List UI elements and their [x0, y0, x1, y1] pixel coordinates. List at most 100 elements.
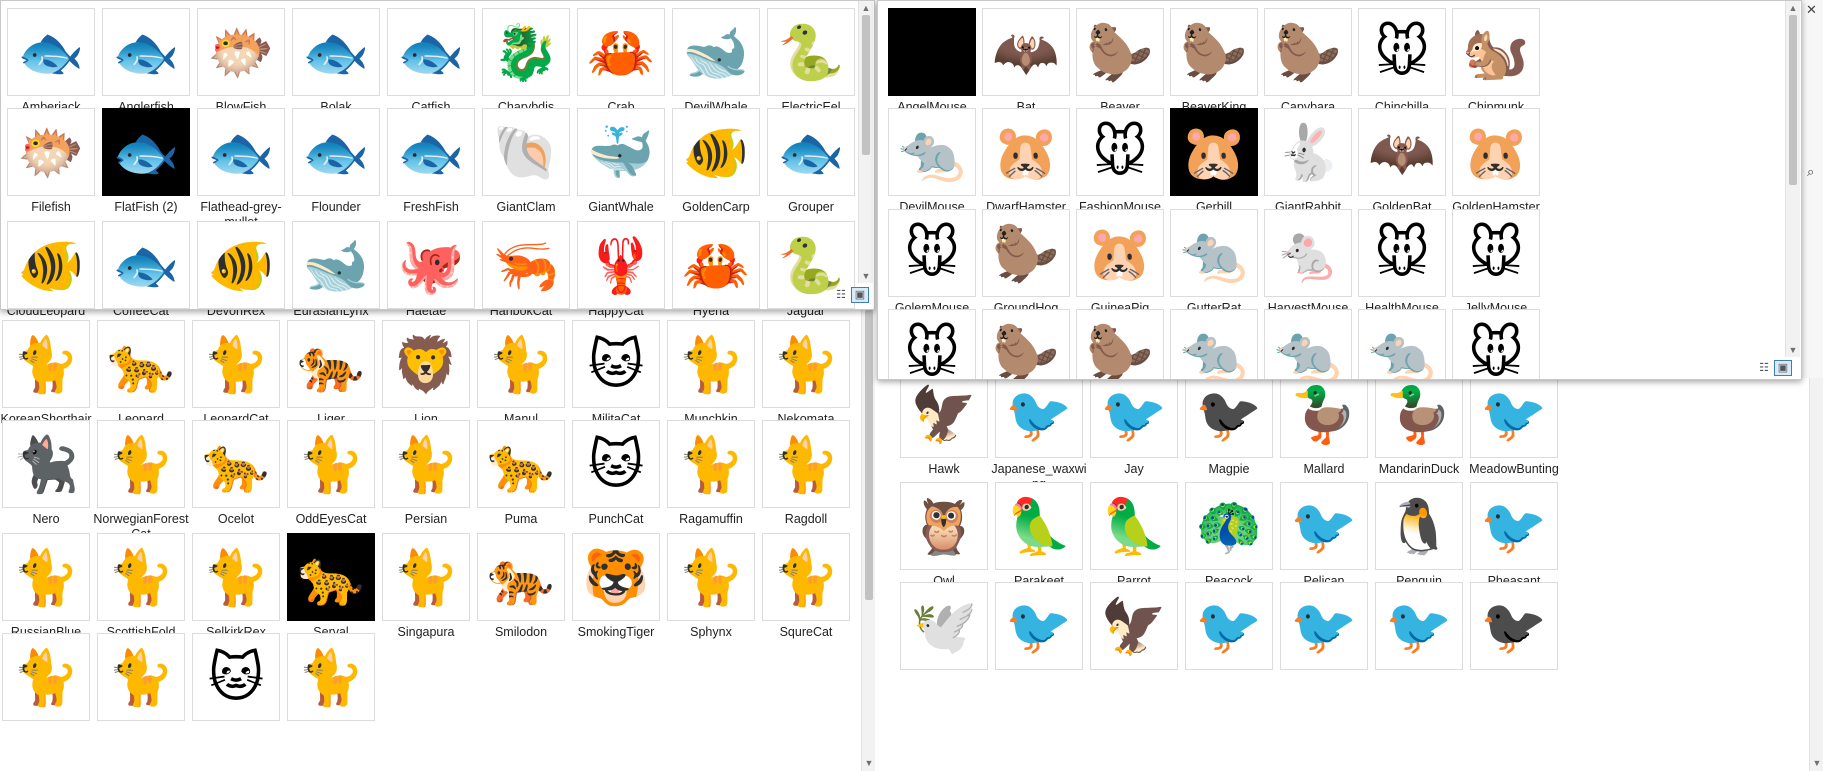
file-item-serval[interactable]: 🐆 Serval: [281, 533, 381, 640]
file-item[interactable]: 🐠: [191, 221, 291, 309]
file-item-magpie[interactable]: 🐦‍⬛ Magpie: [1179, 378, 1279, 477]
file-item[interactable]: 🦀: [666, 221, 766, 309]
file-item-munchkin[interactable]: 🐈 Munchkin: [661, 320, 761, 427]
file-item-freshfish[interactable]: 🐟 FreshFish: [381, 108, 481, 215]
rodents-scroll-down-arrow[interactable]: ▼: [1786, 344, 1800, 356]
fish-scroll-up-arrow[interactable]: ▲: [859, 2, 873, 14]
details-view-icon[interactable]: ☷: [833, 288, 849, 302]
file-item-devilmouse[interactable]: 🐀 DevilMouse: [882, 108, 982, 215]
large-icons-view-icon[interactable]: ▣: [1774, 360, 1792, 376]
file-item-grouper[interactable]: 🐟 Grouper: [761, 108, 861, 215]
file-item-leopard[interactable]: 🐆 Leopard: [91, 320, 191, 427]
file-item-goldenbat[interactable]: 🦇 GoldenBat: [1352, 108, 1452, 215]
file-item-amberjack[interactable]: 🐟 Amberjack: [1, 8, 101, 115]
file-item-anglerfish[interactable]: 🐟 Anglerfish: [96, 8, 196, 115]
file-item-hawk[interactable]: 🦅 Hawk: [894, 378, 994, 477]
file-item-liger[interactable]: 🐅 Liger: [281, 320, 381, 427]
file-item-groundhog[interactable]: 🦫 GroundHog: [976, 209, 1076, 316]
file-item-militacat[interactable]: 🐱 MilitaCat: [566, 320, 666, 427]
details-view-icon[interactable]: ☷: [1756, 361, 1772, 375]
file-item[interactable]: 🐦: [1369, 582, 1469, 670]
file-item[interactable]: 🐦: [1179, 582, 1279, 670]
file-item-mandarinduck[interactable]: 🦆 MandarinDuck: [1369, 378, 1469, 477]
fish-scrollbar-thumb[interactable]: [862, 15, 870, 155]
file-item-gutterrat[interactable]: 🐀 GutterRat: [1164, 209, 1264, 316]
large-icons-view-icon[interactable]: ▣: [851, 287, 869, 303]
file-item-catfish[interactable]: 🐟 Catfish: [381, 8, 481, 115]
file-item-scottishfold[interactable]: 🐈 ScottishFold: [91, 533, 191, 640]
file-item-flatfish-2[interactable]: 🐟 FlatFish (2): [96, 108, 196, 215]
file-item[interactable]: 🐦‍⬛: [1464, 582, 1564, 670]
file-item-chipmunk[interactable]: 🐿️ Chipmunk: [1446, 8, 1546, 115]
file-item-russianblue[interactable]: 🐈 RussianBlue: [0, 533, 96, 640]
birds-vertical-scrollbar[interactable]: ▼: [1809, 378, 1823, 771]
file-item-pelican[interactable]: 🐦 Pelican: [1274, 482, 1374, 589]
file-item-peacock[interactable]: 🦚 Peacock: [1179, 482, 1279, 589]
file-item-jay[interactable]: 🐦 Jay: [1084, 378, 1184, 477]
file-item-bolak[interactable]: 🐟 Bolak: [286, 8, 386, 115]
file-item-ocelot[interactable]: 🐆 Ocelot: [186, 420, 286, 527]
file-item-nekomata[interactable]: 🐈 Nekomata: [756, 320, 856, 427]
file-item[interactable]: 🐟: [96, 221, 196, 309]
file-item-oddeyescat[interactable]: 🐈 OddEyesCat: [281, 420, 381, 527]
file-item-persian[interactable]: 🐈 Persian: [376, 420, 476, 527]
file-item-owl[interactable]: 🦉 Owl: [894, 482, 994, 589]
file-item-harvestmouse[interactable]: 🐁 HarvestMouse: [1258, 209, 1358, 316]
file-item-singapura[interactable]: 🐈 Singapura: [376, 533, 476, 640]
file-item[interactable]: 🦫: [1070, 309, 1170, 379]
file-item-puma[interactable]: 🐆 Puma: [471, 420, 571, 527]
file-item-giantclam[interactable]: 🐚 GiantClam: [476, 108, 576, 215]
file-item[interactable]: 🕊️: [894, 582, 994, 670]
file-item-beaverking[interactable]: 🦫 BeaverKing: [1164, 8, 1264, 115]
file-item-guineapig[interactable]: 🐹 GuineaPig: [1070, 209, 1170, 316]
file-item-selkirkrex[interactable]: 🐈 SelkirkRex: [186, 533, 286, 640]
file-item-filefish[interactable]: 🐡 Filefish: [1, 108, 101, 215]
file-item-manul[interactable]: 🐈 Manul: [471, 320, 571, 427]
file-item-goldenhamster[interactable]: 🐹 GoldenHamster: [1446, 108, 1546, 215]
file-item-lion[interactable]: 🦁 Lion: [376, 320, 476, 427]
file-item[interactable]: 🐙: [381, 221, 481, 309]
file-item-smokingtiger[interactable]: 🐯 SmokingTiger: [566, 533, 666, 640]
file-item-parakeet[interactable]: 🦜 Parakeet: [989, 482, 1089, 589]
fish-scroll-down-arrow[interactable]: ▼: [859, 270, 873, 282]
file-item-squrecat[interactable]: 🐈 SqureCat: [756, 533, 856, 640]
file-item-dwarfhamster[interactable]: 🐹 DwarfHamster: [976, 108, 1076, 215]
file-item-gerbill[interactable]: 🐹 Gerbill: [1164, 108, 1264, 215]
rodents-vertical-scrollbar[interactable]: ▲ ▼: [1785, 1, 1800, 357]
file-item[interactable]: 🐦: [1274, 582, 1374, 670]
file-item[interactable]: 🐀: [1352, 309, 1452, 379]
file-item-charybdis[interactable]: 🐉 Charybdis: [476, 8, 576, 115]
file-item-pheasant[interactable]: 🐦 Pheasant: [1464, 482, 1564, 589]
file-item-parrot[interactable]: 🦜 Parrot: [1084, 482, 1184, 589]
cats-vertical-scrollbar[interactable]: ▼: [861, 300, 875, 771]
file-item[interactable]: 🐭: [882, 309, 982, 379]
file-item-flathead-grey-mullet[interactable]: 🐟Flathead-grey-mullet: [191, 108, 291, 230]
file-item-chinchilla[interactable]: 🐭 Chinchilla: [1352, 8, 1452, 115]
file-item[interactable]: 🐦: [989, 582, 1089, 670]
file-item[interactable]: 🐈: [0, 633, 96, 721]
cats-scroll-down-arrow[interactable]: ▼: [862, 757, 875, 769]
file-item-golemmouse[interactable]: 🐭 GolemMouse: [882, 209, 982, 316]
rodents-scroll-up-arrow[interactable]: ▲: [1786, 2, 1800, 14]
file-item-giantrabbit[interactable]: 🐇 GiantRabbit: [1258, 108, 1358, 215]
close-icon[interactable]: ✕: [1806, 2, 1817, 18]
file-item-penquin[interactable]: 🐧 Penquin: [1369, 482, 1469, 589]
file-item[interactable]: 🐈: [91, 633, 191, 721]
file-item-healthmouse[interactable]: 🐭 HealthMouse: [1352, 209, 1452, 316]
file-item-bat[interactable]: 🦇 Bat: [976, 8, 1076, 115]
file-item-ragamuffin[interactable]: 🐈 Ragamuffin: [661, 420, 761, 527]
file-item-giantwhale[interactable]: 🐳 GiantWhale: [571, 108, 671, 215]
file-item-jellymouse[interactable]: 🐭 JellyMouse: [1446, 209, 1546, 316]
file-item-nero[interactable]: 🐈‍⬛ Nero: [0, 420, 96, 527]
file-item[interactable]: 🐠: [1, 221, 101, 309]
file-item-flounder[interactable]: 🐟 Flounder: [286, 108, 386, 215]
cats-scrollbar-thumb[interactable]: [865, 310, 873, 600]
file-item[interactable]: 🐋: [286, 221, 386, 309]
fish-vertical-scrollbar[interactable]: ▲ ▼: [858, 1, 873, 283]
file-item-crab[interactable]: 🦀 Crab: [571, 8, 671, 115]
file-item-capybara[interactable]: 🦫 Capybara: [1258, 8, 1358, 115]
file-item-ragdoll[interactable]: 🐈 Ragdoll: [756, 420, 856, 527]
file-item[interactable]: 🐀: [1258, 309, 1358, 379]
file-item-meadowbunting[interactable]: 🐦 MeadowBunting: [1464, 378, 1564, 477]
file-item-japanese-waxwing[interactable]: 🐦Japanese_waxwing: [989, 378, 1089, 492]
